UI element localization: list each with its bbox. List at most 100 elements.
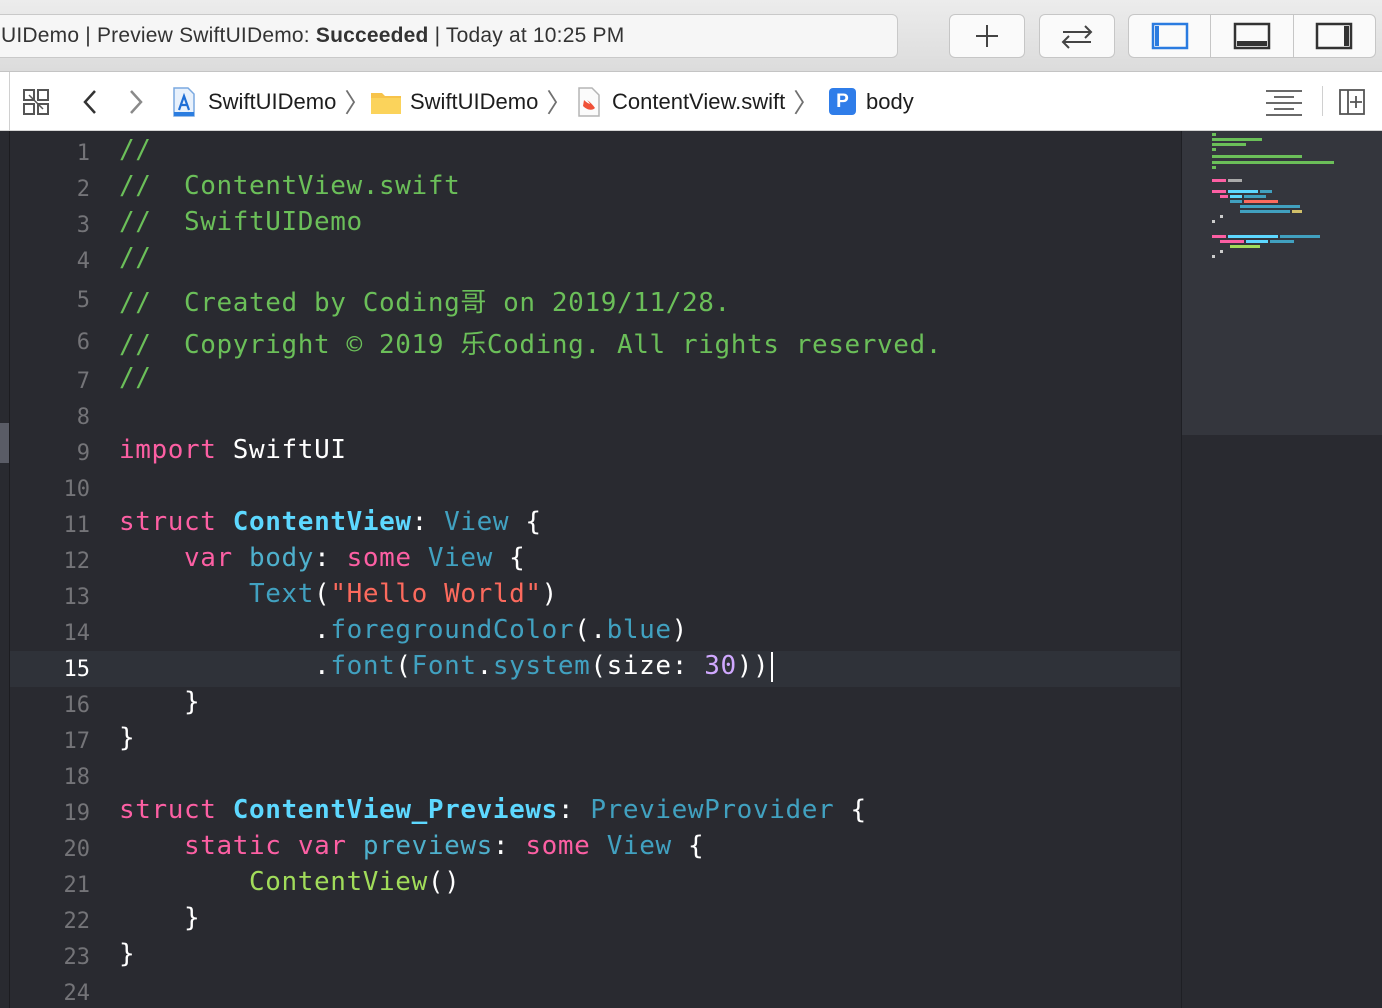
code-line[interactable]: ContentView() xyxy=(119,867,460,897)
jump-bar: SwiftUIDemo 〉 SwiftUIDemo 〉 ContentView.… xyxy=(0,72,1382,131)
code-line[interactable]: .foregroundColor(.blue) xyxy=(119,615,688,645)
minimap-line xyxy=(1280,235,1320,238)
xcode-project-icon xyxy=(173,86,195,117)
minimap-line xyxy=(1230,245,1260,248)
toggle-navigator-button[interactable] xyxy=(1129,15,1212,57)
swap-arrows-icon xyxy=(1061,25,1093,49)
minimap-line xyxy=(1292,210,1302,213)
line-number: 13 xyxy=(63,585,91,610)
navigator-edge xyxy=(0,131,10,1008)
line-number: 3 xyxy=(76,213,90,238)
add-editor-icon xyxy=(1339,88,1365,115)
swift-file-icon xyxy=(578,86,600,117)
breadcrumb-group-label: SwiftUIDemo xyxy=(410,88,539,114)
debug-panel-icon xyxy=(1233,22,1271,50)
minimap-line xyxy=(1220,195,1228,198)
minimap-line xyxy=(1212,148,1216,151)
breadcrumb-separator-icon: 〉 xyxy=(546,89,573,119)
forward-button[interactable] xyxy=(126,72,146,131)
minimap-line xyxy=(1220,250,1223,253)
breadcrumb-separator-icon: 〉 xyxy=(344,89,371,119)
breadcrumb-file-label: ContentView.swift xyxy=(612,88,786,114)
add-editor-button[interactable] xyxy=(1338,72,1366,131)
breadcrumb-separator-icon: 〉 xyxy=(793,89,820,119)
line-number: 11 xyxy=(63,513,91,538)
minimap-line xyxy=(1212,235,1226,238)
toggle-debug-area-button[interactable] xyxy=(1211,15,1294,57)
code-line[interactable]: // xyxy=(119,363,152,393)
navigator-panel-icon xyxy=(1151,22,1188,50)
breadcrumb-project[interactable]: SwiftUIDemo 〉 xyxy=(170,72,370,131)
line-number: 1 xyxy=(76,141,90,166)
minimap-line xyxy=(1230,195,1242,198)
minimap-line xyxy=(1220,240,1244,243)
minimap-line xyxy=(1220,215,1223,218)
code-line[interactable]: Text("Hello World") xyxy=(119,579,558,609)
code-line[interactable]: // xyxy=(119,243,152,273)
minimap-line xyxy=(1212,220,1215,223)
minimap-line xyxy=(1212,143,1246,146)
minimap-line xyxy=(1212,161,1334,164)
code-line[interactable]: // SwiftUIDemo xyxy=(119,207,363,237)
code-line-current[interactable]: .font(Font.system(size: 30)) xyxy=(119,651,774,682)
status-result: Succeeded xyxy=(315,24,429,47)
jump-bar-right-divider xyxy=(1322,86,1323,116)
line-number: 2 xyxy=(76,177,90,202)
minimap-line xyxy=(1230,200,1242,203)
minimap-line xyxy=(1246,240,1268,243)
code-line[interactable]: // Copyright © 2019 乐Coding. All rights … xyxy=(119,324,942,361)
line-number: 21 xyxy=(63,873,91,898)
breadcrumb-symbol[interactable]: P body xyxy=(829,72,914,131)
minimap-line xyxy=(1240,210,1290,213)
line-number: 7 xyxy=(76,369,90,394)
line-number: 12 xyxy=(63,549,91,574)
related-items-button[interactable] xyxy=(22,72,52,131)
code-line[interactable]: var body: some View { xyxy=(119,543,525,573)
code-review-button[interactable] xyxy=(1039,14,1115,58)
toggle-inspector-button[interactable] xyxy=(1294,15,1375,57)
code-line[interactable]: } xyxy=(119,903,200,933)
back-button[interactable] xyxy=(80,72,100,131)
minimap-line xyxy=(1212,166,1216,169)
breadcrumb-group[interactable]: SwiftUIDemo 〉 xyxy=(370,72,572,131)
breadcrumb-file[interactable]: ContentView.swift 〉 xyxy=(576,72,819,131)
property-icon: P xyxy=(829,88,856,115)
minimap-line xyxy=(1270,240,1294,243)
code-line[interactable]: } xyxy=(119,687,200,717)
minimap[interactable] xyxy=(1181,131,1382,1008)
activity-status-field: UIDemo | Preview SwiftUIDemo: Succeeded … xyxy=(0,14,898,58)
line-number-current: 15 xyxy=(63,657,91,682)
editor-options-icon xyxy=(1266,89,1302,116)
line-number: 18 xyxy=(63,765,91,790)
code-line[interactable]: import SwiftUI xyxy=(119,435,347,465)
minimap-line xyxy=(1212,179,1226,182)
line-number: 22 xyxy=(63,909,91,934)
editor-options-button[interactable] xyxy=(1264,72,1304,131)
line-number: 24 xyxy=(63,981,91,1006)
minimap-line xyxy=(1240,205,1300,208)
code-line[interactable]: struct ContentView_Previews: PreviewProv… xyxy=(119,795,867,825)
line-number: 23 xyxy=(63,945,91,970)
line-number: 16 xyxy=(63,693,91,718)
line-number: 5 xyxy=(76,288,90,313)
line-number: 9 xyxy=(76,441,90,466)
library-add-button[interactable] xyxy=(949,14,1025,58)
minimap-visible-region[interactable] xyxy=(1182,131,1382,435)
line-number: 14 xyxy=(63,621,91,646)
status-suffix: | Today at 10:25 PM xyxy=(428,24,625,47)
code-line[interactable]: } xyxy=(119,723,135,753)
code-line[interactable]: // xyxy=(119,135,152,165)
line-number: 17 xyxy=(63,729,91,754)
code-line[interactable]: // Created by Coding哥 on 2019/11/28. xyxy=(119,282,731,319)
code-line[interactable]: static var previews: some View { xyxy=(119,831,704,861)
code-line[interactable]: // ContentView.swift xyxy=(119,171,460,201)
related-items-icon xyxy=(23,88,49,115)
back-arrow-icon xyxy=(83,89,96,114)
source-editor[interactable]: 1 2 3 4 5 6 7 8 9 10 11 12 13 14 15 16 1… xyxy=(10,131,1180,1008)
jump-bar-divider xyxy=(9,72,10,131)
line-number: 4 xyxy=(76,249,90,274)
forward-arrow-icon xyxy=(130,89,143,114)
code-line[interactable]: struct ContentView: View { xyxy=(119,507,542,537)
code-line[interactable]: } xyxy=(119,939,135,969)
text-cursor xyxy=(771,651,774,682)
